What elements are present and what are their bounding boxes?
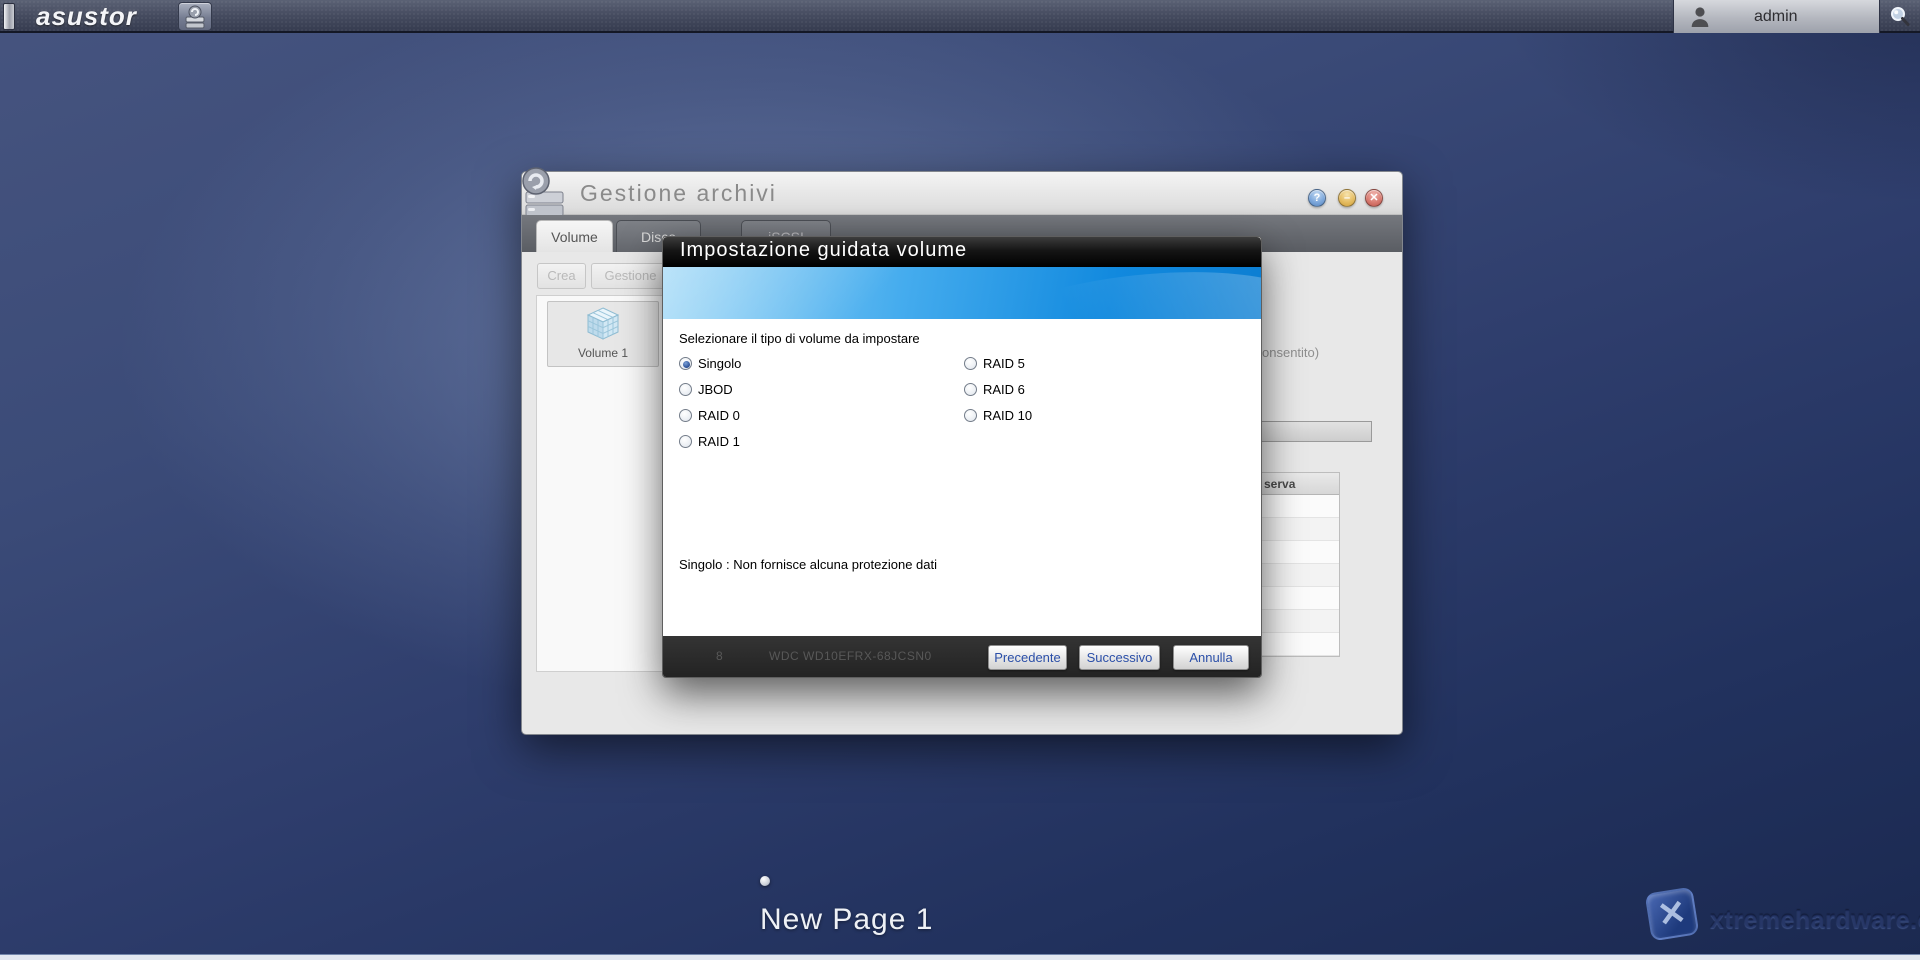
cancel-button[interactable]: Annulla (1173, 645, 1249, 670)
ghost-disk-bay: 8 (716, 636, 723, 677)
dialog-footer: 8 WDC WD10EFRX-68JCSN0 Precedente Succes… (663, 636, 1261, 677)
search-button[interactable] (1880, 0, 1920, 33)
clipped-info-text: onsentito) (1262, 345, 1319, 360)
desktop: asustor admin (0, 0, 1920, 960)
dialog-prompt: Selezionare il tipo di volume da imposta… (679, 331, 920, 346)
window-title: Gestione archivi (580, 180, 777, 207)
radio-option-jbod[interactable]: JBOD (679, 380, 733, 398)
ghost-disk-model: WDC WD10EFRX-68JCSN0 (769, 636, 932, 677)
storage-manager-icon (183, 5, 207, 29)
radio-option-raid6[interactable]: RAID 6 (964, 380, 1025, 398)
radio-option-singolo[interactable]: Singolo (679, 354, 741, 372)
next-button[interactable]: Successivo (1079, 645, 1160, 670)
username-label: admin (1754, 0, 1798, 33)
taskbar-app-storage-manager[interactable] (178, 2, 212, 31)
taskbar-handle[interactable] (3, 3, 15, 30)
xtremehardware-badge-icon: ✕ (1645, 887, 1700, 942)
radio-icon-singolo[interactable] (679, 357, 692, 370)
watermark-text: xtremehardware.com (1710, 906, 1920, 935)
previous-button[interactable]: Precedente (988, 645, 1067, 670)
volume-list-panel: Volume 1 (536, 295, 668, 672)
watermark: ✕ xtremehardware.com (1640, 886, 1910, 948)
volume-wizard-dialog: Impostazione guidata volume Selezionare … (662, 236, 1262, 678)
radio-option-raid1[interactable]: RAID 1 (679, 432, 740, 450)
radio-icon-raid5[interactable] (964, 357, 977, 370)
user-panel[interactable]: admin (1673, 0, 1880, 33)
volume-item-label: Volume 1 (548, 346, 658, 360)
radio-icon-jbod[interactable] (679, 383, 692, 396)
radio-option-raid0[interactable]: RAID 0 (679, 406, 740, 424)
manage-volume-button[interactable]: Gestione (591, 263, 670, 289)
tab-volume[interactable]: Volume (536, 220, 613, 252)
radio-icon-raid6[interactable] (964, 383, 977, 396)
page-caption: New Page 1 (760, 903, 933, 937)
option-description: Singolo : Non fornisce alcuna protezione… (679, 557, 937, 572)
radio-option-raid10[interactable]: RAID 10 (964, 406, 1032, 424)
volume-list-item[interactable]: Volume 1 (547, 301, 659, 367)
window-help-button[interactable]: ? (1308, 189, 1326, 207)
radio-icon-raid0[interactable] (679, 409, 692, 422)
window-titlebar[interactable]: Gestione archivi ? – ✕ (522, 172, 1402, 215)
window-close-button[interactable]: ✕ (1365, 189, 1383, 207)
user-icon (1690, 6, 1710, 28)
radio-option-raid5[interactable]: RAID 5 (964, 354, 1025, 372)
dialog-title: Impostazione guidata volume (680, 239, 967, 262)
bullet-dot (760, 876, 770, 886)
create-volume-button[interactable]: Crea (537, 263, 586, 289)
dialog-content: Selezionare il tipo di volume da imposta… (663, 319, 1261, 638)
bottom-edge-strip (0, 954, 1920, 960)
radio-icon-raid1[interactable] (679, 435, 692, 448)
window-minimize-button[interactable]: – (1338, 189, 1356, 207)
dialog-titlebar[interactable]: Impostazione guidata volume (663, 237, 1261, 267)
asustor-logo: asustor (36, 0, 137, 33)
top-taskbar: asustor admin (0, 0, 1920, 33)
volume-cube-icon (584, 305, 622, 343)
dialog-banner (663, 267, 1261, 319)
search-icon (1888, 5, 1912, 29)
radio-icon-raid10[interactable] (964, 409, 977, 422)
